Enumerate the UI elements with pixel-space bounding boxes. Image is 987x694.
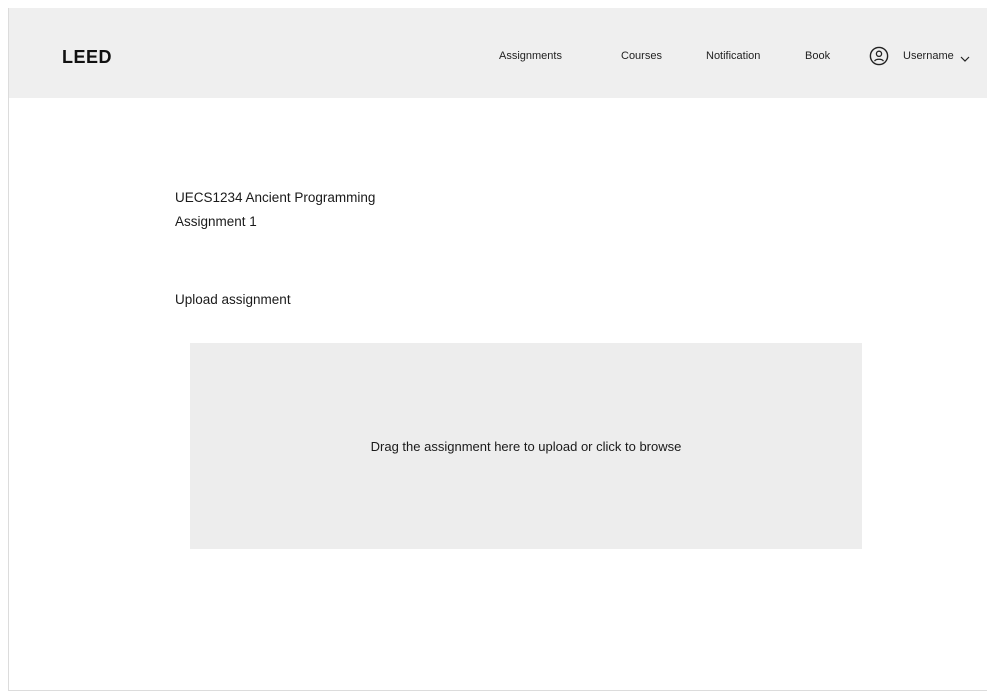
nav-notification[interactable]: Notification <box>706 50 760 62</box>
assignment-title: Assignment 1 <box>175 214 257 229</box>
username-label: Username <box>903 50 954 62</box>
nav-book[interactable]: Book <box>805 50 830 62</box>
course-title: UECS1234 Ancient Programming <box>175 190 376 205</box>
nav-assignments[interactable]: Assignments <box>499 50 562 62</box>
user-circle-icon <box>869 46 889 66</box>
logo[interactable]: LEED <box>62 47 112 68</box>
user-menu[interactable]: Username <box>869 44 970 68</box>
app-window: LEED Assignments Courses Notification Bo… <box>8 8 987 691</box>
upload-heading: Upload assignment <box>175 292 291 307</box>
dropzone-instruction: Drag the assignment here to upload or cl… <box>370 438 682 454</box>
upload-dropzone[interactable]: Drag the assignment here to upload or cl… <box>190 343 862 549</box>
nav-courses[interactable]: Courses <box>621 50 662 62</box>
top-navigation-bar: LEED Assignments Courses Notification Bo… <box>9 8 987 98</box>
chevron-down-icon <box>960 51 970 62</box>
